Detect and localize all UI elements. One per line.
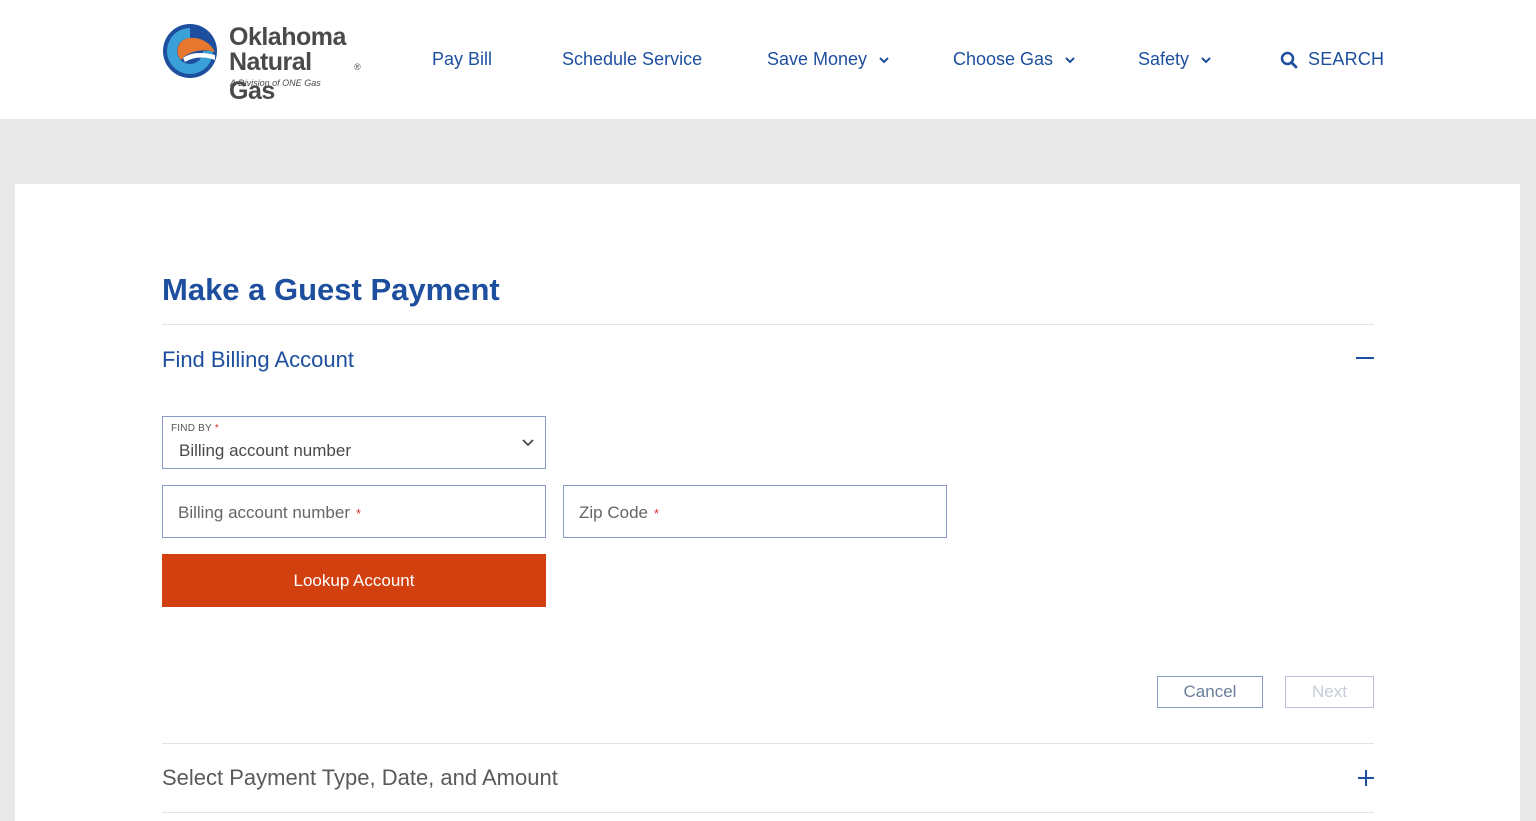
nav-pay-bill-label: Pay Bill [432,49,493,69]
chevron-down-icon [1065,56,1075,63]
find-by-value: Billing account number [179,441,351,460]
nav-search-label: SEARCH [1308,49,1385,69]
divider [162,743,1374,744]
chevron-down-icon [1201,56,1211,63]
flame-logo-icon [163,24,217,78]
nav-safety-label: Safety [1138,49,1190,69]
chevron-down-icon [522,439,534,447]
page-title: Make a Guest Payment [162,272,500,307]
nav-choose-gas[interactable]: Choose Gas [953,0,1077,119]
nav-schedule-service[interactable]: Schedule Service [562,0,702,119]
site-header: Oklahoma Natural Gas ® A Division of ONE… [0,0,1536,119]
nav-save-money-label: Save Money [767,49,868,69]
divider [162,324,1374,325]
search-icon [1280,51,1298,68]
nav-safety[interactable]: Safety [1138,0,1213,119]
billing-account-placeholder: Billing account number * [178,503,362,522]
find-by-select[interactable]: FIND BY * Billing account number [162,416,546,469]
lookup-account-button[interactable]: Lookup Account [162,554,546,607]
expand-plus-icon[interactable] [1357,769,1375,787]
brand-logo[interactable]: Oklahoma Natural Gas ® A Division of ONE… [161,22,361,105]
chevron-down-icon [879,56,889,63]
nav-save-money[interactable]: Save Money [767,0,891,119]
find-account-section-title[interactable]: Find Billing Account [162,347,354,373]
next-button[interactable]: Next [1285,676,1374,708]
cancel-button[interactable]: Cancel [1157,676,1263,708]
nav-pay-bill[interactable]: Pay Bill [432,0,492,119]
brand-subline: A Division of ONE Gas [230,78,321,88]
nav-schedule-service-label: Schedule Service [562,49,703,69]
payment-section-title[interactable]: Select Payment Type, Date, and Amount [162,765,558,791]
nav-search[interactable]: SEARCH [1280,0,1384,119]
required-mark: * [355,506,362,521]
zip-code-placeholder: Zip Code * [579,503,660,522]
required-mark: * [214,423,219,434]
find-by-label: FIND BY * [171,423,219,434]
divider [162,812,1374,813]
collapse-minus-icon[interactable] [1356,357,1374,359]
billing-account-number-input[interactable]: Billing account number * [162,485,546,538]
brand-line2: Natural Gas [229,48,312,105]
registered-mark: ® [354,62,361,72]
nav-choose-gas-label: Choose Gas [953,49,1054,69]
zip-code-input[interactable]: Zip Code * [563,485,947,538]
required-mark: * [653,506,660,521]
